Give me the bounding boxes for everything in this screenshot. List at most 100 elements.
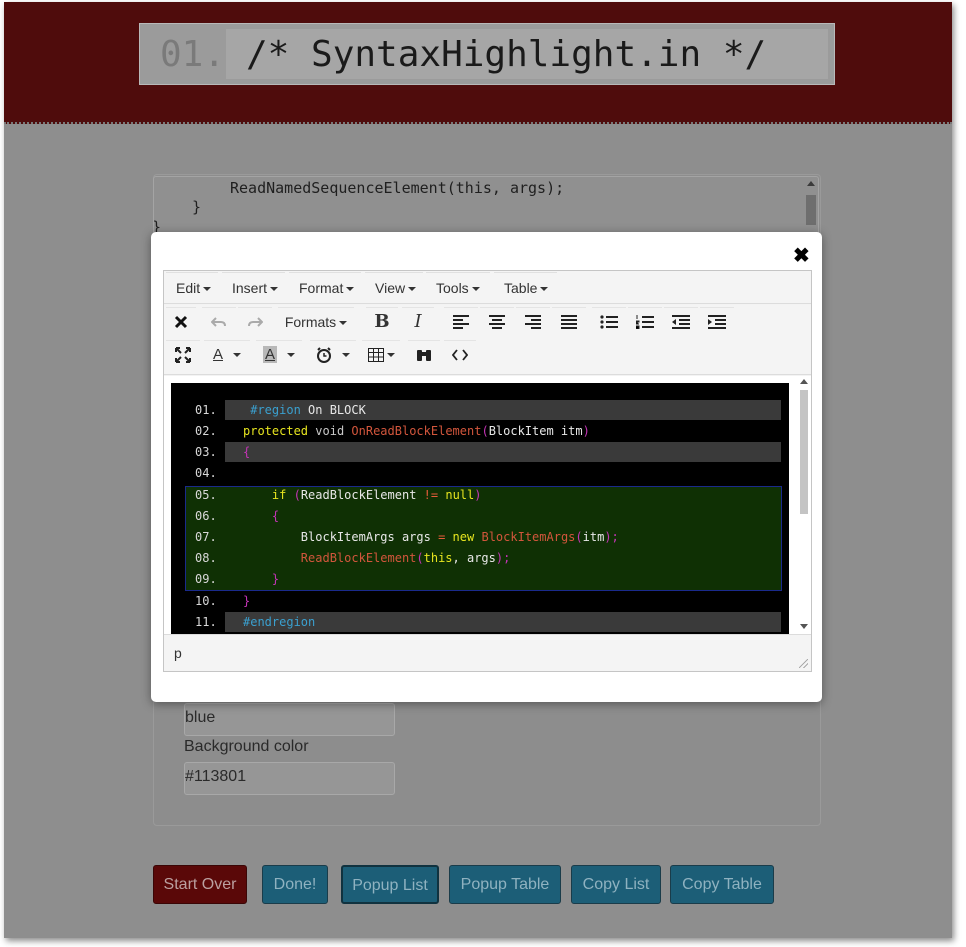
code-token: != [423,488,439,502]
scroll-up-icon[interactable] [800,379,808,384]
line-number: 05. [195,488,217,502]
menu-label: Table [504,280,538,296]
formats-label: Formats [284,314,337,330]
line-number: 11. [195,615,217,629]
fullscreen-button[interactable] [166,340,200,370]
copy-table-button[interactable]: Copy Table [670,865,774,904]
code-token: } [271,572,280,586]
source-code-button[interactable] [444,340,476,370]
code-token: ( [575,530,583,544]
code-token: { [243,445,251,459]
code-line: 03. { [171,442,789,463]
table-button[interactable] [362,340,400,370]
caret-down-icon [471,287,480,292]
scroll-thumb[interactable] [800,390,808,514]
redo-icon [248,317,264,327]
menu-view[interactable]: View [365,272,423,302]
align-justify-button[interactable] [552,307,586,337]
source-code-icon [451,349,469,361]
align-left-button[interactable] [444,307,478,337]
background-color-button[interactable]: A [256,340,302,370]
resize-handle-icon[interactable] [799,659,808,668]
menu-insert[interactable]: Insert [222,272,285,302]
code-line: 10.} [171,591,789,612]
site-header: 01. /* SyntaxHighlight.in */ [4,2,952,124]
indent-button[interactable] [700,307,734,337]
editor-modal: ✖ Edit Insert Format View Tools Table Fo… [151,232,822,702]
undo-button[interactable] [202,307,236,337]
line-number: 03. [195,445,217,459]
numbered-list-button[interactable] [628,307,662,337]
code-token: ); [604,530,619,544]
font-color-input[interactable]: blue [184,703,395,736]
text-color-button[interactable]: A [204,340,250,370]
align-left-icon [453,314,469,329]
highlighted-code-block: 01. #region On BLOCK 02. protected void On… [171,383,789,634]
menu-edit[interactable]: Edit [166,272,218,302]
code-token: BlockItemArgs args [243,530,439,544]
code-token: { [271,509,280,523]
code-token: ReadBlockElement [300,488,424,502]
editor-content-area[interactable]: 01. #region On BLOCK 02. protected void On… [164,376,811,634]
menu-label: Insert [232,280,268,296]
caret-down-icon [540,287,549,292]
find-replace-button[interactable] [408,340,440,370]
popup-table-button[interactable]: Popup Table [449,865,561,904]
logo-box: 01. /* SyntaxHighlight.in */ [139,23,835,85]
code-token: void [315,424,345,438]
code-line-shade [225,442,781,462]
numbered-list-icon [635,314,654,330]
start-over-button[interactable]: Start Over [153,865,247,904]
line-number: 10. [195,594,217,608]
menu-label: Format [299,280,344,296]
copy-list-button[interactable]: Copy List [571,865,661,904]
background-color-input[interactable]: #113801 [184,762,395,795]
scroll-down-icon[interactable] [800,624,808,629]
code-token: ) [474,488,482,502]
fullscreen-icon [175,346,191,363]
code-line: 02. protected void OnReadBlockElement(Blo… [171,421,789,442]
code-text: } [243,591,250,612]
done-button[interactable]: Done! [262,865,328,904]
menu-table[interactable]: Table [494,272,557,302]
redo-button[interactable] [238,307,272,337]
editor-scrollbar[interactable] [797,376,811,634]
outdent-button[interactable] [664,307,698,337]
caret-down-icon [342,352,350,357]
rich-text-editor: Edit Insert Format View Tools Table Form… [163,270,812,672]
align-right-button[interactable] [516,307,550,337]
caret-down-icon [346,287,355,292]
text-color-icon: A [212,346,223,363]
caret-down-icon [203,287,212,292]
caret-down-icon [287,352,295,357]
caret-down-icon [233,352,241,357]
logo-line-number: 01. [160,34,226,75]
line-number: 06. [195,509,217,523]
bullet-list-button[interactable] [592,307,626,337]
code-text: { [243,506,279,527]
clear-formatting-button[interactable] [166,307,196,337]
code-token: new [452,530,475,544]
line-number: 08. [195,551,217,565]
align-center-button[interactable] [480,307,514,337]
close-icon[interactable]: ✖ [793,243,810,268]
scroll-thumb[interactable] [806,195,816,225]
element-path[interactable]: p [174,645,182,661]
code-line: } [192,198,202,216]
formats-dropdown[interactable]: Formats [278,307,354,337]
insert-datetime-button[interactable] [310,340,356,370]
code-line: 11. #endregion [171,612,789,633]
menu-tools[interactable]: Tools [426,272,490,302]
textarea-scrollbar[interactable] [806,179,816,225]
code-text: if (ReadBlockElement != null) [243,485,482,506]
popup-list-button[interactable]: Popup List [341,865,439,904]
code-input-textarea[interactable]: ReadNamedSequenceElement(this, args); } … [153,176,819,236]
italic-button[interactable]: I [402,307,434,337]
code-text: protected void OnReadBlockElement(BlockI… [243,421,590,442]
scroll-up-icon[interactable] [807,181,815,186]
menu-format[interactable]: Format [289,272,361,302]
bold-button[interactable]: B [366,307,398,337]
